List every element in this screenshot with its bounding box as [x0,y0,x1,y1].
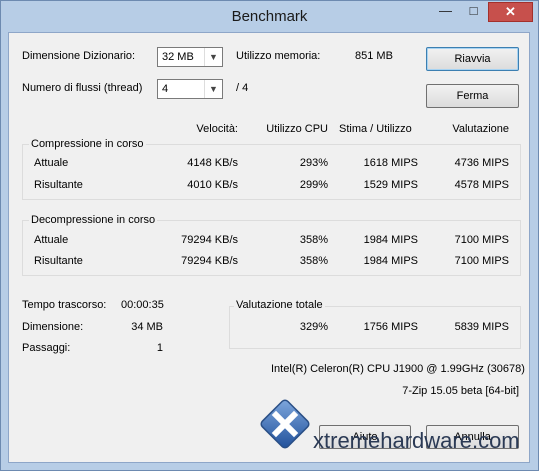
watermark-x-logo-icon [260,399,310,449]
memory-usage-value: 851 MB [355,50,393,62]
compression-current-estimate: 1618 MIPS [363,157,418,169]
threads-total: / 4 [236,82,249,94]
threads-select[interactable]: 4 ▼ [157,79,223,99]
maximize-button[interactable]: □ [460,2,487,22]
total-rating-title: Valutazione totale [234,299,325,311]
total-cpu: 329% [299,321,328,333]
dict-size-value: 32 MB [162,51,194,63]
chevron-down-icon[interactable]: ▼ [204,80,222,98]
decompression-result-speed: 79294 KB/s [181,255,238,267]
header-speed: Velocità: [196,123,238,135]
compression-current-label: Attuale [34,157,69,169]
compression-title: Compressione in corso [29,138,146,150]
header-rating: Valutazione [452,123,509,135]
size-label: Dimensione: [22,321,84,333]
threads-value: 4 [162,83,169,95]
cpu-info: Intel(R) Celeron(R) CPU J1900 @ 1.99GHz … [271,363,525,375]
decompression-current-label: Attuale [34,234,69,246]
memory-usage-label: Utilizzo memoria: [236,50,321,62]
stop-button[interactable]: Ferma [426,84,519,108]
decompression-result-estimate: 1984 MIPS [363,255,418,267]
restart-button[interactable]: Riavvia [426,47,519,71]
threads-label: Numero di flussi (thread) [22,82,143,94]
decompression-current-rating: 7100 MIPS [454,234,509,246]
header-estimate: Stima / Utilizzo [339,123,412,135]
compression-current-rating: 4736 MIPS [454,157,509,169]
compression-result-label: Risultante [34,179,83,191]
decompression-current-estimate: 1984 MIPS [363,234,418,246]
size-value: 34 MB [131,321,163,333]
benchmark-window: Benchmark — □ ✕ Dimensione Dizionario: 3… [0,0,539,471]
compression-result-speed: 4010 KB/s [187,179,238,191]
compression-group [22,144,521,200]
decompression-result-cpu: 358% [299,255,328,267]
compression-result-rating: 4578 MIPS [454,179,509,191]
dict-size-label: Dimensione Dizionario: [22,50,136,62]
dict-size-select[interactable]: 32 MB ▼ [157,47,223,67]
close-button[interactable]: ✕ [488,2,533,22]
elapsed-value: 00:00:35 [121,299,164,311]
passes-value: 1 [156,342,163,354]
total-estimate: 1756 MIPS [363,321,418,333]
compression-current-speed: 4148 KB/s [187,157,238,169]
minimize-button[interactable]: — [432,2,459,22]
decompression-result-rating: 7100 MIPS [454,255,509,267]
version-info: 7-Zip 15.05 beta [64-bit] [402,385,519,397]
decompression-group [22,220,521,276]
total-rating: 5839 MIPS [454,321,509,333]
decompression-current-speed: 79294 KB/s [181,234,238,246]
elapsed-label: Tempo trascorso: [22,299,107,311]
compression-current-cpu: 293% [299,157,328,169]
compression-result-estimate: 1529 MIPS [363,179,418,191]
compression-result-cpu: 299% [299,179,328,191]
watermark-text: xtremehardware.com [313,428,520,453]
passes-label: Passaggi: [22,342,71,354]
chevron-down-icon[interactable]: ▼ [204,48,222,66]
header-cpu: Utilizzo CPU [266,123,328,135]
decompression-current-cpu: 358% [299,234,328,246]
decompression-title: Decompressione in corso [29,214,158,226]
decompression-result-label: Risultante [34,255,83,267]
title-bar[interactable]: Benchmark — □ ✕ [1,1,538,32]
